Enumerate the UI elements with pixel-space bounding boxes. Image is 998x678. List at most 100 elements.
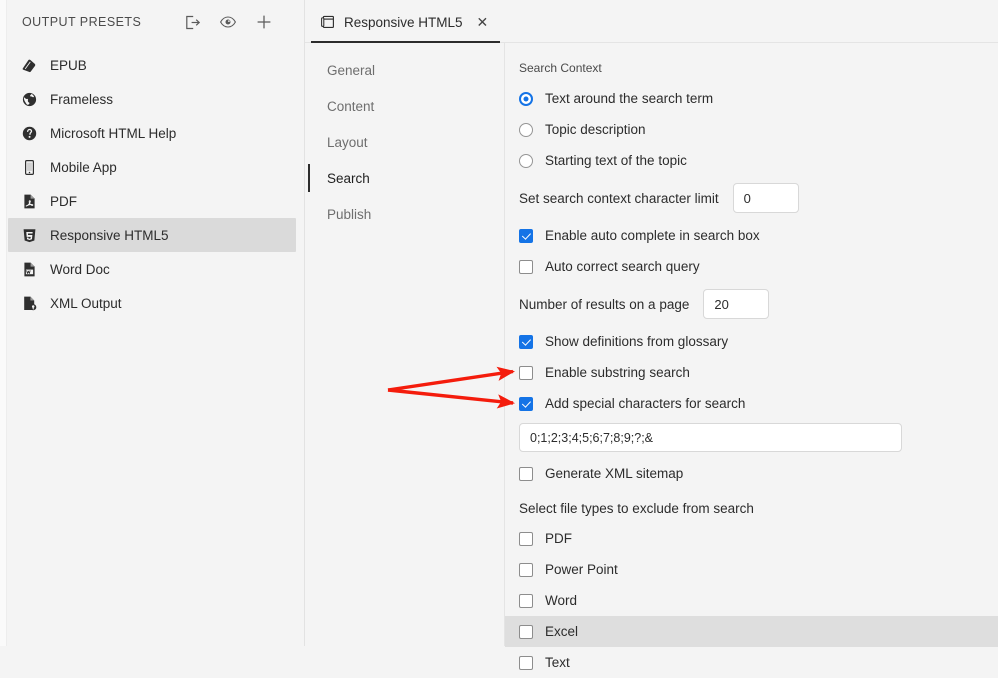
checkbox-row-exclude-word[interactable]: Word xyxy=(505,585,998,616)
radio-starting-text-of-topic[interactable] xyxy=(519,153,533,168)
checkbox-row-show-definitions-from-glossary[interactable]: Show definitions from glossary xyxy=(505,326,998,357)
checkbox-label: Add special characters for search xyxy=(545,396,746,411)
radio-label: Text around the search term xyxy=(545,91,714,106)
checkbox-add-special-characters-for-search[interactable] xyxy=(519,396,533,411)
checkbox-row-enable-substring-search[interactable]: Enable substring search xyxy=(505,357,998,388)
generate-output-icon[interactable] xyxy=(182,12,202,32)
nav-item-general[interactable]: General xyxy=(305,52,504,88)
character-limit-input[interactable] xyxy=(732,183,799,213)
pdf-document-icon xyxy=(20,192,38,210)
checkbox-row-generate-xml-sitemap[interactable]: Generate XML sitemap xyxy=(505,458,998,489)
radio-topic-description[interactable] xyxy=(519,122,533,137)
sidebar-item-label: XML Output xyxy=(50,295,122,311)
radio-text-around-search-term[interactable] xyxy=(519,91,533,106)
xml-document-icon xyxy=(20,294,38,312)
checkbox-exclude-excel[interactable] xyxy=(519,624,533,639)
html5-shield-icon xyxy=(20,226,38,244)
nav-item-label: General xyxy=(327,62,376,78)
sidebar-item-label: Responsive HTML5 xyxy=(50,227,169,243)
exclude-file-types-label: Select file types to exclude from search xyxy=(519,501,754,516)
checkbox-row-enable-auto-complete[interactable]: Enable auto complete in search box xyxy=(505,220,998,251)
word-document-icon xyxy=(20,260,38,278)
settings-nav: General Content Layout Search Publish xyxy=(305,43,505,646)
checkbox-label: Excel xyxy=(545,624,579,639)
question-circle-icon xyxy=(20,124,38,142)
checkbox-row-exclude-excel[interactable]: Excel xyxy=(505,616,998,647)
search-settings-panel: Search Context Text around the search te… xyxy=(505,43,998,670)
sidebar-item-label: EPUB xyxy=(50,57,87,73)
workspace: Responsive HTML5 ✕ General Content Layou… xyxy=(305,0,998,670)
epub-book-icon xyxy=(20,56,38,74)
sidebar-item-epub[interactable]: EPUB xyxy=(8,48,296,82)
checkbox-row-exclude-text[interactable]: Text xyxy=(505,647,998,678)
sidebar-item-label: Frameless xyxy=(50,91,114,107)
section-title-search-context: Search Context xyxy=(519,61,602,75)
checkbox-label: Show definitions from glossary xyxy=(545,334,729,349)
special-characters-row xyxy=(505,419,998,458)
radio-label: Starting text of the topic xyxy=(545,153,687,168)
checkbox-exclude-word[interactable] xyxy=(519,593,533,608)
sidebar-item-xml-output[interactable]: XML Output xyxy=(8,286,296,320)
sidebar-item-pdf[interactable]: PDF xyxy=(8,184,296,218)
sidebar-item-label: PDF xyxy=(50,193,77,209)
tab-responsive-html5[interactable]: Responsive HTML5 ✕ xyxy=(305,1,501,43)
character-limit-label: Set search context character limit xyxy=(519,190,719,206)
checkbox-row-exclude-pdf[interactable]: PDF xyxy=(505,523,998,554)
results-per-page-input[interactable] xyxy=(703,289,770,319)
results-per-page-label: Number of results on a page xyxy=(519,296,690,312)
checkbox-row-auto-correct-search-query[interactable]: Auto correct search query xyxy=(505,251,998,282)
radio-row-starting-text-of-topic[interactable]: Starting text of the topic xyxy=(505,145,998,176)
checkbox-exclude-power-point[interactable] xyxy=(519,562,533,577)
sidebar-item-microsoft-html-help[interactable]: Microsoft HTML Help xyxy=(8,116,296,150)
radio-row-text-around-search-term[interactable]: Text around the search term xyxy=(505,83,998,114)
checkbox-enable-substring-search[interactable] xyxy=(519,365,533,380)
checkbox-enable-auto-complete[interactable] xyxy=(519,228,533,243)
tab-label: Responsive HTML5 xyxy=(344,14,463,30)
checkbox-show-definitions-from-glossary[interactable] xyxy=(519,334,533,349)
checkbox-generate-xml-sitemap[interactable] xyxy=(519,466,533,481)
settings-panes: General Content Layout Search Publish Se… xyxy=(305,43,998,670)
nav-item-label: Publish xyxy=(327,206,372,222)
output-presets-sidebar: OUTPUT PRESETS EPUB Frameless Microsoft … xyxy=(0,0,305,646)
nav-item-content[interactable]: Content xyxy=(305,88,504,124)
preview-icon[interactable] xyxy=(218,12,238,32)
nav-item-search[interactable]: Search xyxy=(305,160,504,196)
page-title: OUTPUT PRESETS xyxy=(22,15,142,29)
checkbox-label: Auto correct search query xyxy=(545,259,700,274)
sidebar-item-word-doc[interactable]: Word Doc xyxy=(8,252,296,286)
checkbox-label: Enable substring search xyxy=(545,365,690,380)
application-window: OUTPUT PRESETS EPUB Frameless Microsoft … xyxy=(0,0,998,670)
sidebar-left-edge xyxy=(0,0,7,646)
sidebar-item-label: Mobile App xyxy=(50,159,117,175)
sidebar-item-frameless[interactable]: Frameless xyxy=(8,82,296,116)
nav-item-label: Content xyxy=(327,98,375,114)
checkbox-label: PDF xyxy=(545,531,572,546)
add-preset-icon[interactable] xyxy=(254,12,274,32)
radio-row-topic-description[interactable]: Topic description xyxy=(505,114,998,145)
nav-item-label: Search xyxy=(327,170,370,186)
sidebar-header: OUTPUT PRESETS xyxy=(0,0,304,44)
window-layers-icon xyxy=(319,14,336,31)
checkbox-row-exclude-power-point[interactable]: Power Point xyxy=(505,554,998,585)
sidebar-item-mobile-app[interactable]: Mobile App xyxy=(8,150,296,184)
sidebar-item-responsive-html5[interactable]: Responsive HTML5 xyxy=(8,218,296,252)
results-per-page-row: Number of results on a page xyxy=(505,282,998,326)
nav-item-publish[interactable]: Publish xyxy=(305,196,504,232)
checkbox-exclude-pdf[interactable] xyxy=(519,531,533,546)
radio-label: Topic description xyxy=(545,122,646,137)
close-icon[interactable]: ✕ xyxy=(477,15,489,29)
nav-item-label: Layout xyxy=(327,134,368,150)
checkbox-label: Power Point xyxy=(545,562,618,577)
sidebar-action-bar xyxy=(182,12,290,32)
output-presets-list: EPUB Frameless Microsoft HTML Help Mobil… xyxy=(0,44,304,320)
checkbox-label: Word xyxy=(545,593,578,608)
checkbox-exclude-text[interactable] xyxy=(519,655,533,670)
checkbox-label: Text xyxy=(545,655,570,670)
nav-item-layout[interactable]: Layout xyxy=(305,124,504,160)
checkbox-label: Enable auto complete in search box xyxy=(545,228,760,243)
special-characters-input[interactable] xyxy=(519,423,902,452)
globe-icon xyxy=(20,90,38,108)
sidebar-item-label: Word Doc xyxy=(50,261,110,277)
checkbox-row-add-special-characters[interactable]: Add special characters for search xyxy=(505,388,998,419)
checkbox-auto-correct-search-query[interactable] xyxy=(519,259,533,274)
